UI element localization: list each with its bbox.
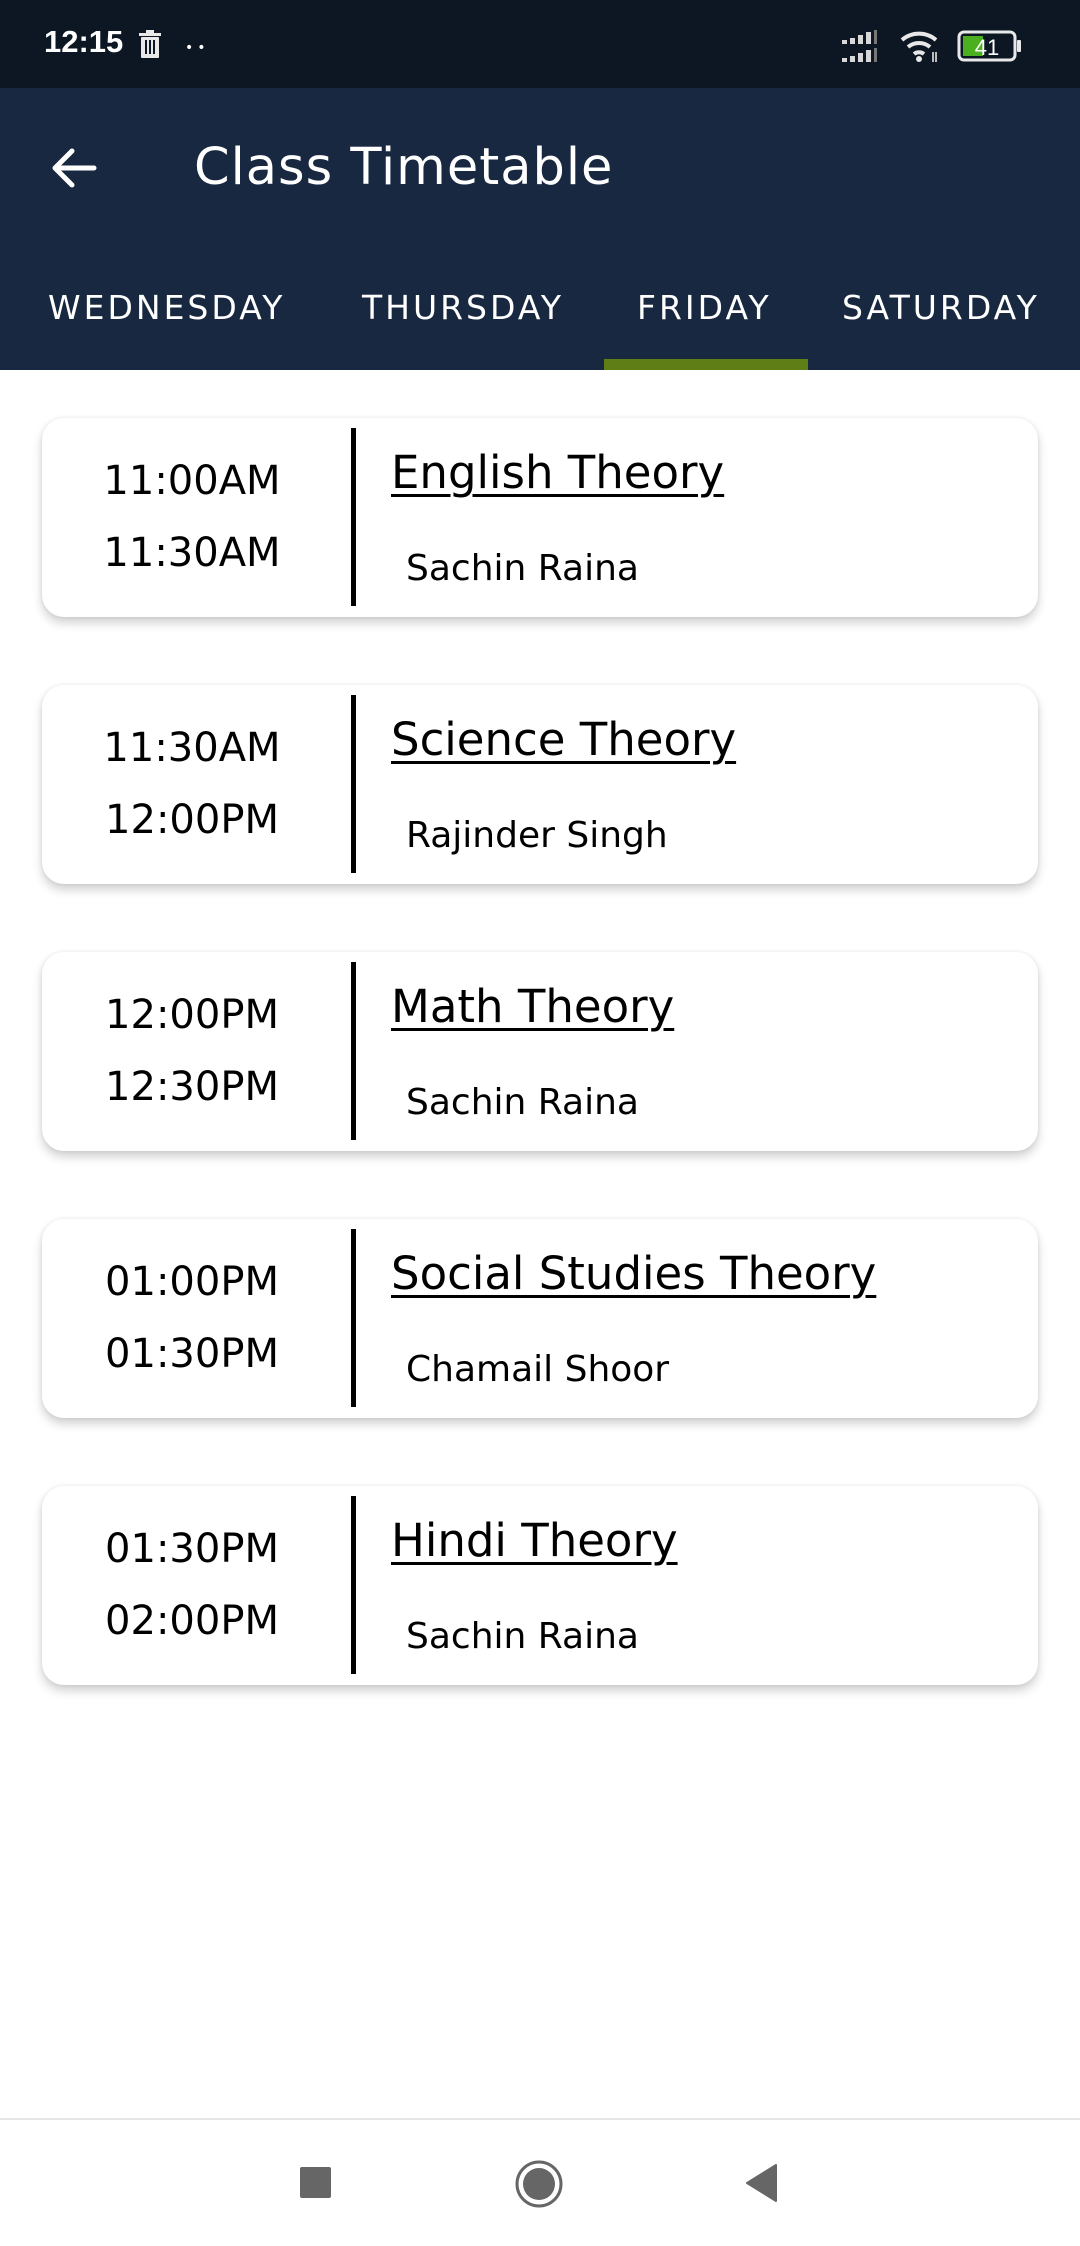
class-card[interactable]: 12:00PM 12:30PM Math Theory Sachin Raina [42, 952, 1038, 1151]
system-nav-bar [0, 2120, 1080, 2246]
class-card[interactable]: 11:30AM 12:00PM Science Theory Rajinder … [42, 685, 1038, 884]
teacher-name: Rajinder Singh [406, 815, 668, 856]
tab-saturday[interactable]: SATURDAY [842, 288, 1040, 327]
end-time: 12:00PM [105, 797, 279, 843]
home-icon[interactable] [515, 2160, 563, 2208]
battery-icon: 41 [957, 30, 1021, 62]
subject-link[interactable]: Hindi Theory [391, 1514, 678, 1567]
app-bar: Class Timetable WEDNESDAY THURSDAY FRIDA… [0, 88, 1080, 370]
battery-level: 41 [975, 35, 999, 60]
divider [351, 962, 356, 1140]
start-time: 12:00PM [105, 992, 279, 1038]
end-time: 02:00PM [105, 1598, 279, 1644]
end-time: 11:30AM [103, 530, 281, 576]
class-card[interactable]: 01:00PM 01:30PM Social Studies Theory Ch… [42, 1219, 1038, 1418]
end-time: 01:30PM [105, 1331, 279, 1377]
more-dots-icon: •• [185, 40, 210, 56]
start-time: 01:00PM [105, 1259, 279, 1305]
teacher-name: Chamail Shoor [406, 1349, 670, 1390]
status-bar: 12:15 •• 41 [0, 0, 1080, 88]
signal-icon [842, 30, 877, 62]
subject-link[interactable]: Science Theory [391, 713, 736, 766]
back-icon[interactable] [745, 2163, 777, 2203]
tab-friday[interactable]: FRIDAY [637, 288, 772, 327]
divider [351, 428, 356, 606]
teacher-name: Sachin Raina [406, 1082, 639, 1123]
status-time: 12:15 [44, 24, 124, 59]
class-card[interactable]: 11:00AM 11:30AM English Theory Sachin Ra… [42, 418, 1038, 617]
teacher-name: Sachin Raina [406, 1616, 639, 1657]
page-title: Class Timetable [194, 138, 614, 197]
end-time: 12:30PM [105, 1064, 279, 1110]
start-time: 11:00AM [103, 458, 281, 504]
back-arrow-icon[interactable] [44, 138, 104, 198]
start-time: 01:30PM [105, 1526, 279, 1572]
divider [351, 695, 356, 873]
wifi-icon [900, 31, 938, 62]
recent-apps-icon[interactable] [300, 2167, 331, 2198]
trash-icon [139, 30, 161, 58]
start-time: 11:30AM [103, 725, 281, 771]
divider [351, 1229, 356, 1407]
tab-wednesday[interactable]: WEDNESDAY [48, 288, 285, 327]
class-card[interactable]: 01:30PM 02:00PM Hindi Theory Sachin Rain… [42, 1486, 1038, 1685]
subject-link[interactable]: English Theory [391, 446, 724, 499]
subject-link[interactable]: Social Studies Theory [391, 1247, 876, 1300]
selected-tab-indicator [604, 359, 808, 370]
divider [351, 1496, 356, 1674]
subject-link[interactable]: Math Theory [391, 980, 674, 1033]
teacher-name: Sachin Raina [406, 548, 639, 589]
tab-thursday[interactable]: THURSDAY [362, 288, 564, 327]
